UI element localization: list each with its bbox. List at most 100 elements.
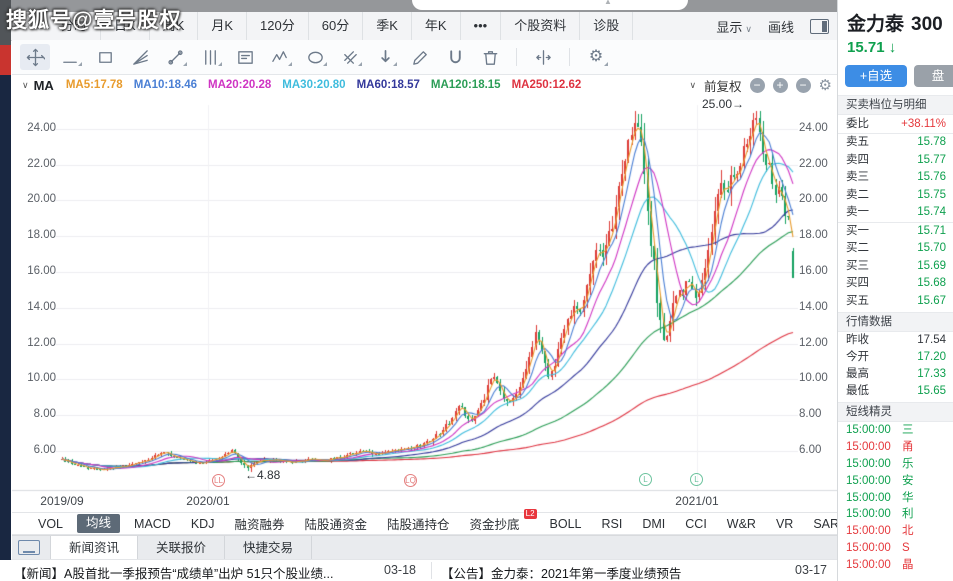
buy-levels: 买一15.71买二15.70买三15.69买四15.68买五15.67: [838, 223, 953, 311]
collapse-chevron-icon[interactable]: ∨: [22, 80, 29, 91]
kline-canvas[interactable]: [12, 95, 837, 512]
line-tool-icon[interactable]: [55, 44, 85, 70]
alert-row[interactable]: 15:00:00甬: [838, 439, 953, 456]
alert-text: 乐: [902, 456, 914, 473]
adjust-mode-label[interactable]: 前复权: [704, 76, 742, 95]
magnet-tool-icon[interactable]: [440, 44, 470, 70]
level-label: 卖四: [846, 152, 869, 170]
tab-display[interactable]: 显示∨: [716, 17, 752, 36]
indicator-tab[interactable]: W&R: [717, 517, 766, 531]
period-tab[interactable]: 120分: [247, 12, 309, 40]
period-tab[interactable]: 60分: [309, 12, 363, 40]
hash-tool-icon[interactable]: [335, 44, 365, 70]
text-note-tool-icon[interactable]: [230, 44, 260, 70]
stock-name: 金力泰: [847, 14, 904, 35]
signal-marker: L: [690, 473, 703, 486]
vertical-lines-tool-icon[interactable]: [195, 44, 225, 70]
expand-tool-icon[interactable]: [528, 44, 558, 70]
adjust-chevron-icon[interactable]: ∨: [689, 80, 696, 91]
buy-level-row[interactable]: 买二15.70: [838, 240, 953, 258]
alert-row[interactable]: 15:00:00安: [838, 473, 953, 490]
indicator-tab[interactable]: 资金抄底L2: [460, 514, 530, 533]
alert-row[interactable]: 15:00:00 乐: [838, 456, 953, 473]
sell-level-row[interactable]: 卖二15.75: [838, 187, 953, 205]
stock-app-window: ▲ 分时日K周K月K120分60分季K年K•••个股资料诊股 显示∨ 画线 ⚙ …: [0, 0, 953, 581]
indicator-tabbar: VOL 均线 MACDKDJ融资融券陆股通资金陆股通持仓资金抄底L2 BOLLRSID…: [12, 512, 837, 535]
trash-tool-icon[interactable]: [475, 44, 505, 70]
level-value: 15.75: [917, 187, 946, 205]
x-axis-label: 2019/09: [17, 494, 107, 508]
indicator-tab[interactable]: BOLL: [540, 517, 592, 531]
indicator-tab[interactable]: CCI: [675, 517, 717, 531]
indicator-tab[interactable]: RSI: [592, 517, 633, 531]
indicator-tab[interactable]: 陆股通资金: [294, 514, 377, 533]
search-pill[interactable]: ▲: [412, 0, 688, 10]
news-item[interactable]: 【新闻】A股首批一季报预告“成绩单”出炉 51只个股业绩...: [14, 563, 380, 581]
zoom-reset-icon[interactable]: −: [796, 78, 811, 93]
alert-row[interactable]: 15:00:00利: [838, 506, 953, 523]
quote-row: 最高17.33: [838, 366, 953, 383]
rect-tool-icon[interactable]: [90, 44, 120, 70]
settings-tool-icon[interactable]: ⚙: [581, 44, 611, 70]
period-tab[interactable]: 季K: [363, 12, 412, 40]
alert-text: 安: [902, 473, 914, 490]
period-tab[interactable]: •••: [461, 12, 502, 40]
news-tab[interactable]: 新闻资讯: [50, 536, 138, 560]
collapse-panel-icon[interactable]: [18, 540, 40, 555]
sell-level-row[interactable]: 卖一15.74: [838, 204, 953, 222]
sell-level-row[interactable]: 卖三15.76: [838, 169, 953, 187]
news-divider: [431, 562, 432, 579]
indicator-tab[interactable]: DMI: [632, 517, 675, 531]
ma-legend-entry: MA60:18.57: [357, 79, 420, 91]
indicator-tab[interactable]: VR: [766, 517, 803, 531]
sell-levels: 卖五15.78卖四15.77卖三15.76卖二15.75卖一15.74: [838, 134, 953, 222]
tab-drawline[interactable]: 画线: [768, 17, 794, 36]
news-tab[interactable]: 快捷交易: [225, 536, 312, 560]
measure-tool-icon[interactable]: [160, 44, 190, 70]
quote-panel: 金力泰300 15.71 ↓ +自选 盘 买卖档位与明细 委比 +38.11% …: [837, 0, 953, 581]
fan-tool-icon[interactable]: [125, 44, 155, 70]
alert-text: 三: [902, 422, 914, 439]
zoom-out-icon[interactable]: −: [750, 78, 765, 93]
ellipse-tool-icon[interactable]: [300, 44, 330, 70]
alert-row[interactable]: 15:00:00 三: [838, 422, 953, 439]
alert-row[interactable]: 15:00:00华: [838, 490, 953, 507]
signal-marker: LQ: [404, 474, 417, 487]
chart-settings-icon[interactable]: ⚙: [819, 78, 832, 93]
alert-row[interactable]: 15:00:00北: [838, 523, 953, 540]
indicator-tab[interactable]: 均线: [77, 514, 120, 533]
sell-level-row[interactable]: 卖五15.78: [838, 134, 953, 152]
buy-level-row[interactable]: 买三15.69: [838, 258, 953, 276]
news-tab[interactable]: 关联报价: [138, 536, 225, 560]
period-tab[interactable]: 月K: [198, 12, 247, 40]
alert-time: 15:00:00: [846, 456, 891, 473]
indicator-tab[interactable]: KDJ: [181, 517, 225, 531]
indicator-tab[interactable]: VOL: [28, 517, 73, 531]
period-tab[interactable]: 诊股: [580, 12, 633, 40]
buy-level-row[interactable]: 买四15.68: [838, 275, 953, 293]
gray-button[interactable]: 盘: [914, 65, 953, 87]
alert-text: 利: [902, 506, 914, 523]
kline-chart: 24.0024.0022.0022.0020.0020.0018.0018.00…: [12, 95, 837, 512]
alert-time: 15:00:00: [846, 422, 891, 439]
alert-row[interactable]: 15:00:00S: [838, 540, 953, 557]
move-tool-icon[interactable]: [20, 44, 50, 70]
sell-level-row[interactable]: 卖四15.77: [838, 152, 953, 170]
alerts-section-header: 短线精灵: [838, 402, 953, 422]
wave-tool-icon[interactable]: [265, 44, 295, 70]
panel-toggle-icon[interactable]: [810, 19, 829, 34]
indicator-tab[interactable]: 融资融券: [224, 514, 294, 533]
news-item[interactable]: 【公告】金力泰：2021年第一季度业绩预告: [441, 563, 789, 581]
arrow-down-tool-icon[interactable]: [370, 44, 400, 70]
period-tab[interactable]: 年K: [412, 12, 461, 40]
buy-level-row[interactable]: 买一15.71: [838, 223, 953, 241]
pencil-tool-icon[interactable]: [405, 44, 435, 70]
alert-row[interactable]: 15:00:00晶: [838, 557, 953, 574]
period-tab[interactable]: 个股资料: [501, 12, 580, 40]
buy-level-row[interactable]: 买五15.67: [838, 293, 953, 311]
zoom-in-icon[interactable]: +: [773, 78, 788, 93]
indicator-tab[interactable]: 陆股通持仓: [377, 514, 460, 533]
indicator-tab[interactable]: MACD: [124, 517, 181, 531]
add-watchlist-button[interactable]: +自选: [845, 65, 907, 87]
quote-value: 17.33: [917, 366, 946, 383]
